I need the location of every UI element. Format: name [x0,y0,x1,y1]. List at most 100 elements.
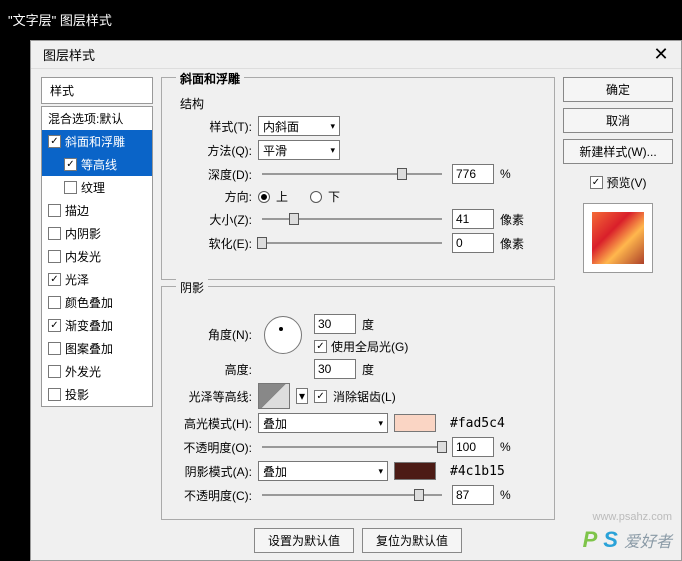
style-item-5[interactable]: 内发光 [42,245,152,268]
style-item-checkbox[interactable] [48,365,61,378]
layer-style-dialog: 图层样式 ✕ 样式 混合选项:默认 斜面和浮雕等高线纹理描边内阴影内发光光泽颜色… [30,40,682,561]
shadow-opacity-slider[interactable] [262,487,442,503]
direction-down-radio[interactable] [310,191,322,203]
soften-slider[interactable] [262,235,442,251]
style-item-11[interactable]: 投影 [42,383,152,406]
angle-unit: 度 [362,316,374,333]
style-item-label: 投影 [65,386,89,403]
style-item-1[interactable]: 等高线 [42,153,152,176]
shadow-color-swatch[interactable] [394,462,436,480]
styles-header[interactable]: 样式 [41,77,153,104]
altitude-unit: 度 [362,361,374,378]
style-item-checkbox[interactable] [48,388,61,401]
direction-up-radio[interactable] [258,191,270,203]
style-item-8[interactable]: 渐变叠加 [42,314,152,337]
style-item-checkbox[interactable] [48,227,61,240]
style-item-0[interactable]: 斜面和浮雕 [42,130,152,153]
chevron-down-icon[interactable]: ▾ [296,388,308,404]
ok-button[interactable]: 确定 [563,77,673,102]
shadow-mode-select[interactable]: 叠加▾ [258,461,388,481]
direction-label: 方向: [172,188,252,205]
size-input[interactable] [452,209,494,229]
global-light-checkbox[interactable] [314,340,327,353]
style-item-checkbox[interactable] [48,296,61,309]
structure-group: 结构 样式(T): 内斜面▾ 方法(Q): 平滑▾ 深度(D): [172,95,544,263]
technique-select[interactable]: 平滑▾ [258,140,340,160]
highlight-opacity-unit: % [500,440,511,454]
style-select[interactable]: 内斜面▾ [258,116,340,136]
shading-title: 阴影 [176,279,208,296]
new-style-button[interactable]: 新建样式(W)... [563,139,673,164]
style-item-7[interactable]: 颜色叠加 [42,291,152,314]
depth-label: 深度(D): [172,166,252,183]
highlight-opacity-label: 不透明度(O): [172,439,252,456]
style-item-label: 等高线 [81,156,117,173]
style-item-label: 斜面和浮雕 [65,133,125,150]
gloss-label: 光泽等高线: [172,388,252,405]
style-item-label: 颜色叠加 [65,294,113,311]
style-label: 样式(T): [172,118,252,135]
styles-list: 混合选项:默认 斜面和浮雕等高线纹理描边内阴影内发光光泽颜色叠加渐变叠加图案叠加… [41,106,153,407]
size-slider[interactable] [262,211,442,227]
watermark-text: 爱好者 [624,528,672,552]
angle-dial[interactable] [264,316,302,354]
shadow-opacity-label: 不透明度(C): [172,487,252,504]
dir-up-label: 上 [276,188,288,205]
technique-label: 方法(Q): [172,142,252,159]
style-item-10[interactable]: 外发光 [42,360,152,383]
global-light-label: 使用全局光(G) [331,338,408,355]
style-item-4[interactable]: 内阴影 [42,222,152,245]
depth-slider[interactable] [262,166,442,182]
highlight-mode-select[interactable]: 叠加▾ [258,413,388,433]
size-unit: 像素 [500,211,524,228]
blend-options-row[interactable]: 混合选项:默认 [42,107,152,130]
angle-input[interactable] [314,314,356,334]
highlight-color-hex: #fad5c4 [450,416,505,431]
structure-title: 结构 [176,95,208,112]
style-item-label: 外发光 [65,363,101,380]
close-button[interactable]: ✕ [641,41,681,69]
style-item-3[interactable]: 描边 [42,199,152,222]
dialog-title: 图层样式 [43,45,95,64]
style-item-checkbox[interactable] [48,319,61,332]
page-title: "文字层" 图层样式 [0,0,682,39]
gloss-contour-picker[interactable] [258,383,290,409]
style-item-label: 内阴影 [65,225,101,242]
angle-label: 角度(N): [172,326,252,343]
highlight-opacity-input[interactable] [452,437,494,457]
style-item-checkbox[interactable] [48,135,61,148]
style-item-2[interactable]: 纹理 [42,176,152,199]
altitude-label: 高度: [172,361,252,378]
preview-checkbox[interactable] [590,176,603,189]
soften-input[interactable] [452,233,494,253]
style-item-checkbox[interactable] [48,250,61,263]
shadow-opacity-input[interactable] [452,485,494,505]
style-item-checkbox[interactable] [64,158,77,171]
style-item-checkbox[interactable] [48,342,61,355]
reset-default-button[interactable]: 复位为默认值 [362,528,462,553]
highlight-opacity-slider[interactable] [262,439,442,455]
style-item-label: 图案叠加 [65,340,113,357]
blend-options-label: 混合选项:默认 [48,110,123,127]
watermark: PS 爱好者 [583,527,672,553]
style-item-6[interactable]: 光泽 [42,268,152,291]
style-item-checkbox[interactable] [48,273,61,286]
style-item-label: 内发光 [65,248,101,265]
style-item-label: 纹理 [81,179,105,196]
right-column: 确定 取消 新建样式(W)... 预览(V) [563,77,673,552]
shading-fieldset: 阴影 角度(N): 度 使用全局光(G) [161,286,555,520]
style-item-checkbox[interactable] [64,181,77,194]
altitude-input[interactable] [314,359,356,379]
style-item-checkbox[interactable] [48,204,61,217]
make-default-button[interactable]: 设置为默认值 [254,528,354,553]
size-label: 大小(Z): [172,211,252,228]
style-item-9[interactable]: 图案叠加 [42,337,152,360]
depth-input[interactable] [452,164,494,184]
highlight-color-swatch[interactable] [394,414,436,432]
preview-thumbnail [583,203,653,273]
cancel-button[interactable]: 取消 [563,108,673,133]
ps-logo-s: S [603,527,618,553]
chevron-down-icon: ▾ [330,145,335,156]
styles-column: 样式 混合选项:默认 斜面和浮雕等高线纹理描边内阴影内发光光泽颜色叠加渐变叠加图… [41,77,153,552]
antialias-checkbox[interactable] [314,390,327,403]
